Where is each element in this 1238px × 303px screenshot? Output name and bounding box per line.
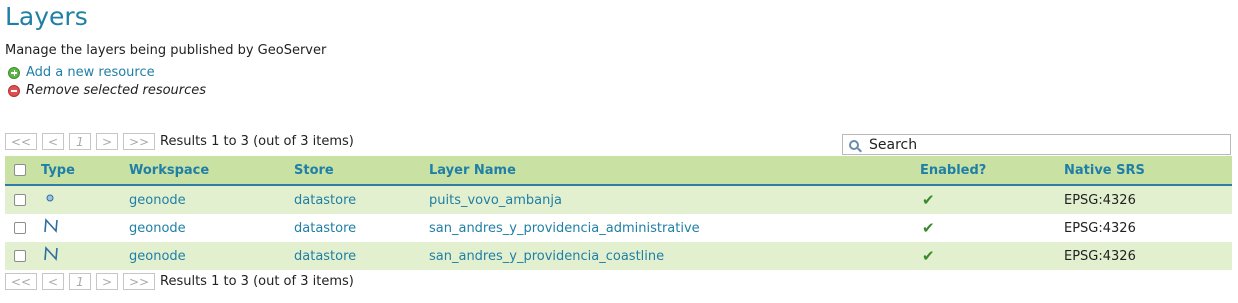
- prev-page-button[interactable]: <: [42, 133, 64, 150]
- remove-resources-label: Remove selected resources: [26, 83, 207, 98]
- type-cell: [41, 185, 129, 214]
- next-page-button[interactable]: >: [96, 273, 118, 290]
- check-icon: ✔: [922, 191, 935, 209]
- select-all-header: [5, 156, 41, 186]
- pager-bottom: << < 1 > >> Results 1 to 3 (out of 3 ite…: [5, 273, 354, 290]
- first-page-button[interactable]: <<: [5, 273, 37, 290]
- column-header-srs[interactable]: Native SRS: [1064, 156, 1232, 186]
- check-icon: ✔: [922, 247, 935, 265]
- results-count: Results 1 to 3 (out of 3 items): [160, 134, 354, 149]
- line-icon: [44, 246, 58, 261]
- page-title: Layers: [5, 2, 88, 31]
- prev-page-button[interactable]: <: [42, 273, 64, 290]
- column-header-enabled[interactable]: Enabled?: [920, 156, 1064, 186]
- table-row: geonode datastore san_andres_y_providenc…: [5, 242, 1232, 270]
- search-input-text: Search: [869, 136, 918, 153]
- column-header-store[interactable]: Store: [294, 156, 429, 186]
- select-all-checkbox[interactable]: [14, 164, 26, 176]
- next-page-button[interactable]: >: [96, 133, 118, 150]
- row-select-cell: [5, 214, 41, 242]
- row-checkbox[interactable]: [14, 222, 26, 234]
- column-header-type[interactable]: Type: [41, 156, 129, 186]
- page-number-button[interactable]: 1: [69, 133, 91, 150]
- results-count: Results 1 to 3 (out of 3 items): [160, 274, 354, 289]
- first-page-button[interactable]: <<: [5, 133, 37, 150]
- enabled-cell: ✔: [920, 242, 1064, 270]
- store-link[interactable]: datastore: [294, 242, 429, 270]
- check-icon: ✔: [922, 219, 935, 237]
- store-link[interactable]: datastore: [294, 185, 429, 214]
- row-checkbox[interactable]: [14, 194, 26, 206]
- table-row: geonode datastore puits_vovo_ambanja ✔ E…: [5, 185, 1232, 214]
- last-page-button[interactable]: >>: [123, 273, 155, 290]
- row-checkbox[interactable]: [14, 250, 26, 262]
- search-input[interactable]: Search: [842, 134, 1231, 155]
- workspace-link[interactable]: geonode: [129, 185, 294, 214]
- srs-cell: EPSG:4326: [1064, 185, 1232, 214]
- layer-name-link[interactable]: san_andres_y_providencia_coastline: [429, 242, 920, 270]
- page-number-button[interactable]: 1: [69, 273, 91, 290]
- srs-cell: EPSG:4326: [1064, 214, 1232, 242]
- srs-cell: EPSG:4326: [1064, 242, 1232, 270]
- layer-name-link[interactable]: san_andres_y_providencia_administrative: [429, 214, 920, 242]
- add-resource-label: Add a new resource: [26, 65, 155, 80]
- point-icon: [46, 194, 54, 202]
- column-header-layer-name[interactable]: Layer Name: [429, 156, 920, 186]
- table-header-row: Type Workspace Store Layer Name Enabled?…: [5, 156, 1232, 186]
- enabled-cell: ✔: [920, 214, 1064, 242]
- row-select-cell: [5, 242, 41, 270]
- search-icon: [849, 139, 859, 150]
- add-resource-link[interactable]: Add a new resource: [8, 65, 155, 80]
- enabled-cell: ✔: [920, 185, 1064, 214]
- workspace-link[interactable]: geonode: [129, 242, 294, 270]
- column-header-workspace[interactable]: Workspace: [129, 156, 294, 186]
- row-select-cell: [5, 185, 41, 214]
- last-page-button[interactable]: >>: [123, 133, 155, 150]
- remove-icon: [8, 84, 20, 97]
- remove-resources-link[interactable]: Remove selected resources: [8, 83, 206, 98]
- layers-table: Type Workspace Store Layer Name Enabled?…: [5, 156, 1232, 270]
- workspace-link[interactable]: geonode: [129, 214, 294, 242]
- type-cell: [41, 242, 129, 270]
- pager-top: << < 1 > >> Results 1 to 3 (out of 3 ite…: [5, 133, 354, 150]
- page-subtitle: Manage the layers being published by Geo…: [5, 43, 327, 58]
- store-link[interactable]: datastore: [294, 214, 429, 242]
- add-icon: [8, 66, 20, 79]
- type-cell: [41, 214, 129, 242]
- line-icon: [44, 218, 58, 233]
- table-row: geonode datastore san_andres_y_providenc…: [5, 214, 1232, 242]
- layer-name-link[interactable]: puits_vovo_ambanja: [429, 185, 920, 214]
